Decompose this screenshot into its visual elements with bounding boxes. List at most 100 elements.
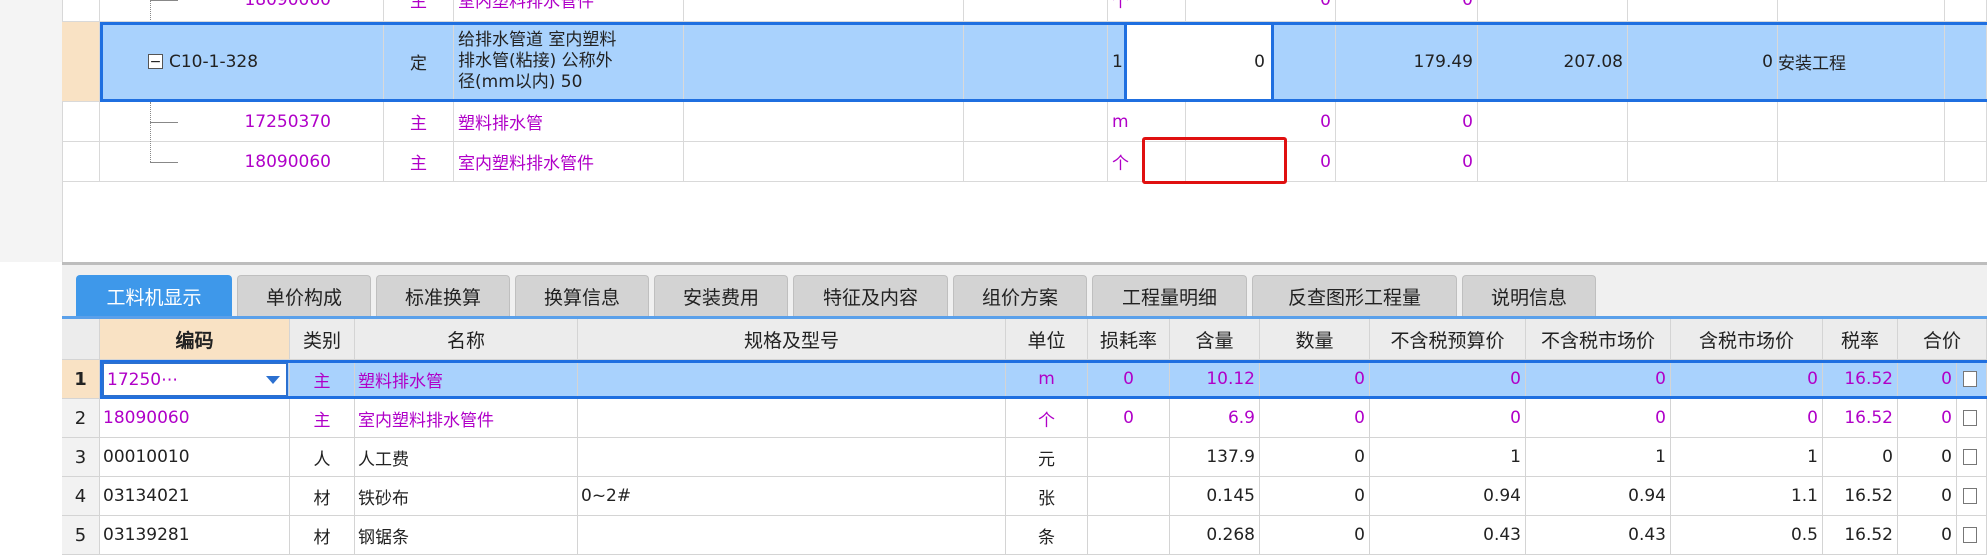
name-cell[interactable]: 室内塑料排水管件 — [355, 399, 578, 438]
market-price-cell[interactable]: 0 — [1526, 399, 1671, 438]
name-cell[interactable]: 铁砂布 — [355, 477, 578, 516]
table-row-selected[interactable]: − C10-1-328 定 给排水管道 室内塑料 排水管(粘接) 公称外 径(m… — [62, 22, 1987, 102]
header-spec[interactable]: 规格及型号 — [578, 319, 1006, 360]
header-total[interactable]: 合价 — [1898, 319, 1987, 360]
tab-pricing-plan[interactable]: 组价方案 — [953, 275, 1087, 316]
table-row[interactable]: 18090060 主 室内塑料排水管件 个 0 0 — [62, 142, 1987, 182]
code-cell[interactable]: 18090060 — [100, 142, 384, 182]
unit-cell[interactable]: m — [1006, 360, 1088, 399]
name-cell[interactable]: 塑料排水管 — [454, 102, 684, 142]
tab-labor-material[interactable]: 工料机显示 — [76, 275, 232, 316]
spec-cell[interactable] — [684, 0, 964, 22]
content-cell[interactable]: 0.145 — [1170, 477, 1260, 516]
tax-rate-cell[interactable]: 16.52 — [1823, 516, 1898, 555]
chevron-down-icon[interactable] — [266, 376, 280, 384]
loss-cell[interactable]: 0 — [1088, 399, 1170, 438]
unit-cell[interactable]: 张 — [1006, 477, 1088, 516]
qty-cell[interactable]: 0 — [1260, 438, 1370, 477]
header-tax-rate[interactable]: 税率 — [1823, 319, 1898, 360]
tax-rate-cell[interactable]: 0 — [1823, 438, 1898, 477]
content-cell[interactable]: 0.268 — [1170, 516, 1260, 555]
header-tax-market-price[interactable]: 含税市场价 — [1671, 319, 1823, 360]
budget-price-cell[interactable]: 0.94 — [1370, 477, 1526, 516]
tab-description[interactable]: 说明信息 — [1462, 275, 1596, 316]
market-price-cell[interactable]: 0.43 — [1526, 516, 1671, 555]
tax-rate-cell[interactable]: 16.52 — [1823, 399, 1898, 438]
tab-quantity-detail[interactable]: 工程量明细 — [1092, 275, 1247, 316]
flag-cell[interactable] — [1957, 516, 1987, 555]
qty-cell[interactable]: 0 — [1186, 142, 1336, 182]
spec-cell[interactable] — [578, 516, 1006, 555]
qty-cell[interactable]: 0 — [1260, 477, 1370, 516]
spec-cell[interactable] — [578, 399, 1006, 438]
flag-cell[interactable] — [1957, 477, 1987, 516]
unit-cell[interactable]: 元 — [1006, 438, 1088, 477]
table-row[interactable]: 5 03139281 材 钢锯条 条 0.268 0 0.43 0.43 0.5… — [62, 516, 1987, 555]
code-cell[interactable]: 17250370 — [100, 102, 384, 142]
content-cell[interactable]: 10.12 — [1170, 360, 1260, 399]
flag-cell[interactable] — [1957, 360, 1987, 399]
flag-cell[interactable] — [1957, 438, 1987, 477]
flag-checkbox[interactable] — [1963, 488, 1977, 504]
header-budget-price[interactable]: 不含税预算价 — [1370, 319, 1526, 360]
budget-price-cell[interactable]: 0 — [1370, 360, 1526, 399]
market-price-cell[interactable]: 0 — [1526, 360, 1671, 399]
tax-market-price-cell[interactable]: 0.5 — [1671, 516, 1823, 555]
code-cell[interactable]: 18090060 — [100, 0, 384, 22]
table-row[interactable]: 18090060 主 室内塑料排水管件 个 0 0 — [62, 0, 1987, 22]
tab-unit-price[interactable]: 单价构成 — [237, 275, 371, 316]
empty-cell[interactable] — [964, 142, 1108, 182]
tab-install-fee[interactable]: 安装费用 — [654, 275, 788, 316]
table-row[interactable]: 3 00010010 人 人工费 元 137.9 0 1 1 1 0 0 — [62, 438, 1987, 477]
header-name[interactable]: 名称 — [355, 319, 578, 360]
unit-cell[interactable]: 条 — [1006, 516, 1088, 555]
tab-features[interactable]: 特征及内容 — [793, 275, 948, 316]
unit-cell[interactable]: 个 — [1006, 399, 1088, 438]
header-qty[interactable]: 数量 — [1260, 319, 1370, 360]
code-cell[interactable]: 18090060 — [100, 399, 290, 438]
budget-price-cell[interactable]: 0.43 — [1370, 516, 1526, 555]
qty-cell[interactable]: 0 — [1260, 399, 1370, 438]
budget-price-cell[interactable]: 1 — [1370, 438, 1526, 477]
tab-graphic-quantity[interactable]: 反查图形工程量 — [1252, 275, 1457, 316]
flag-checkbox[interactable] — [1963, 527, 1977, 543]
header-code[interactable]: 编码 — [100, 319, 290, 360]
tax-market-price-cell[interactable]: 0 — [1671, 360, 1823, 399]
qty-cell[interactable]: 0 — [1186, 102, 1336, 142]
qty-cell[interactable]: 0 — [1260, 516, 1370, 555]
name-cell[interactable]: 人工费 — [355, 438, 578, 477]
budget-price-cell[interactable]: 0 — [1370, 399, 1526, 438]
tab-standard-conversion[interactable]: 标准换算 — [376, 275, 510, 316]
qty-edit-cell[interactable]: 0 — [1124, 22, 1274, 102]
code-cell[interactable]: 00010010 — [100, 438, 290, 477]
loss-cell[interactable]: 0 — [1088, 360, 1170, 399]
spec-cell[interactable] — [578, 438, 1006, 477]
flag-checkbox[interactable] — [1963, 371, 1977, 387]
header-type[interactable]: 类别 — [290, 319, 355, 360]
header-unit[interactable]: 单位 — [1006, 319, 1088, 360]
code-cell[interactable]: 03139281 — [100, 516, 290, 555]
market-price-cell[interactable]: 1 — [1526, 438, 1671, 477]
tax-rate-cell[interactable]: 16.52 — [1823, 477, 1898, 516]
spec-cell[interactable]: 0~2# — [578, 477, 1006, 516]
spec-cell[interactable] — [684, 102, 964, 142]
loss-cell[interactable] — [1088, 516, 1170, 555]
header-market-price[interactable]: 不含税市场价 — [1526, 319, 1671, 360]
market-price-cell[interactable]: 0.94 — [1526, 477, 1671, 516]
table-row[interactable]: 17250370 主 塑料排水管 m 0 0 — [62, 102, 1987, 142]
code-cell[interactable]: − C10-1-328 — [100, 22, 384, 102]
name-cell[interactable]: 给排水管道 室内塑料 排水管(粘接) 公称外 径(mm以内) 50 — [454, 22, 684, 102]
tab-conversion-info[interactable]: 换算信息 — [515, 275, 649, 316]
name-cell[interactable]: 室内塑料排水管件 — [454, 0, 684, 22]
spec-cell[interactable] — [684, 142, 964, 182]
flag-cell[interactable] — [1957, 399, 1987, 438]
tax-rate-cell[interactable]: 16.52 — [1823, 360, 1898, 399]
tax-market-price-cell[interactable]: 0 — [1671, 399, 1823, 438]
code-cell[interactable]: 03134021 — [100, 477, 290, 516]
code-dropdown-input[interactable]: 17250⋯ — [102, 362, 288, 397]
collapse-icon[interactable]: − — [148, 54, 163, 69]
empty-cell[interactable] — [964, 102, 1108, 142]
header-content[interactable]: 含量 — [1170, 319, 1260, 360]
qty-cell[interactable]: 0 — [1186, 0, 1336, 22]
header-loss[interactable]: 损耗率 — [1088, 319, 1170, 360]
